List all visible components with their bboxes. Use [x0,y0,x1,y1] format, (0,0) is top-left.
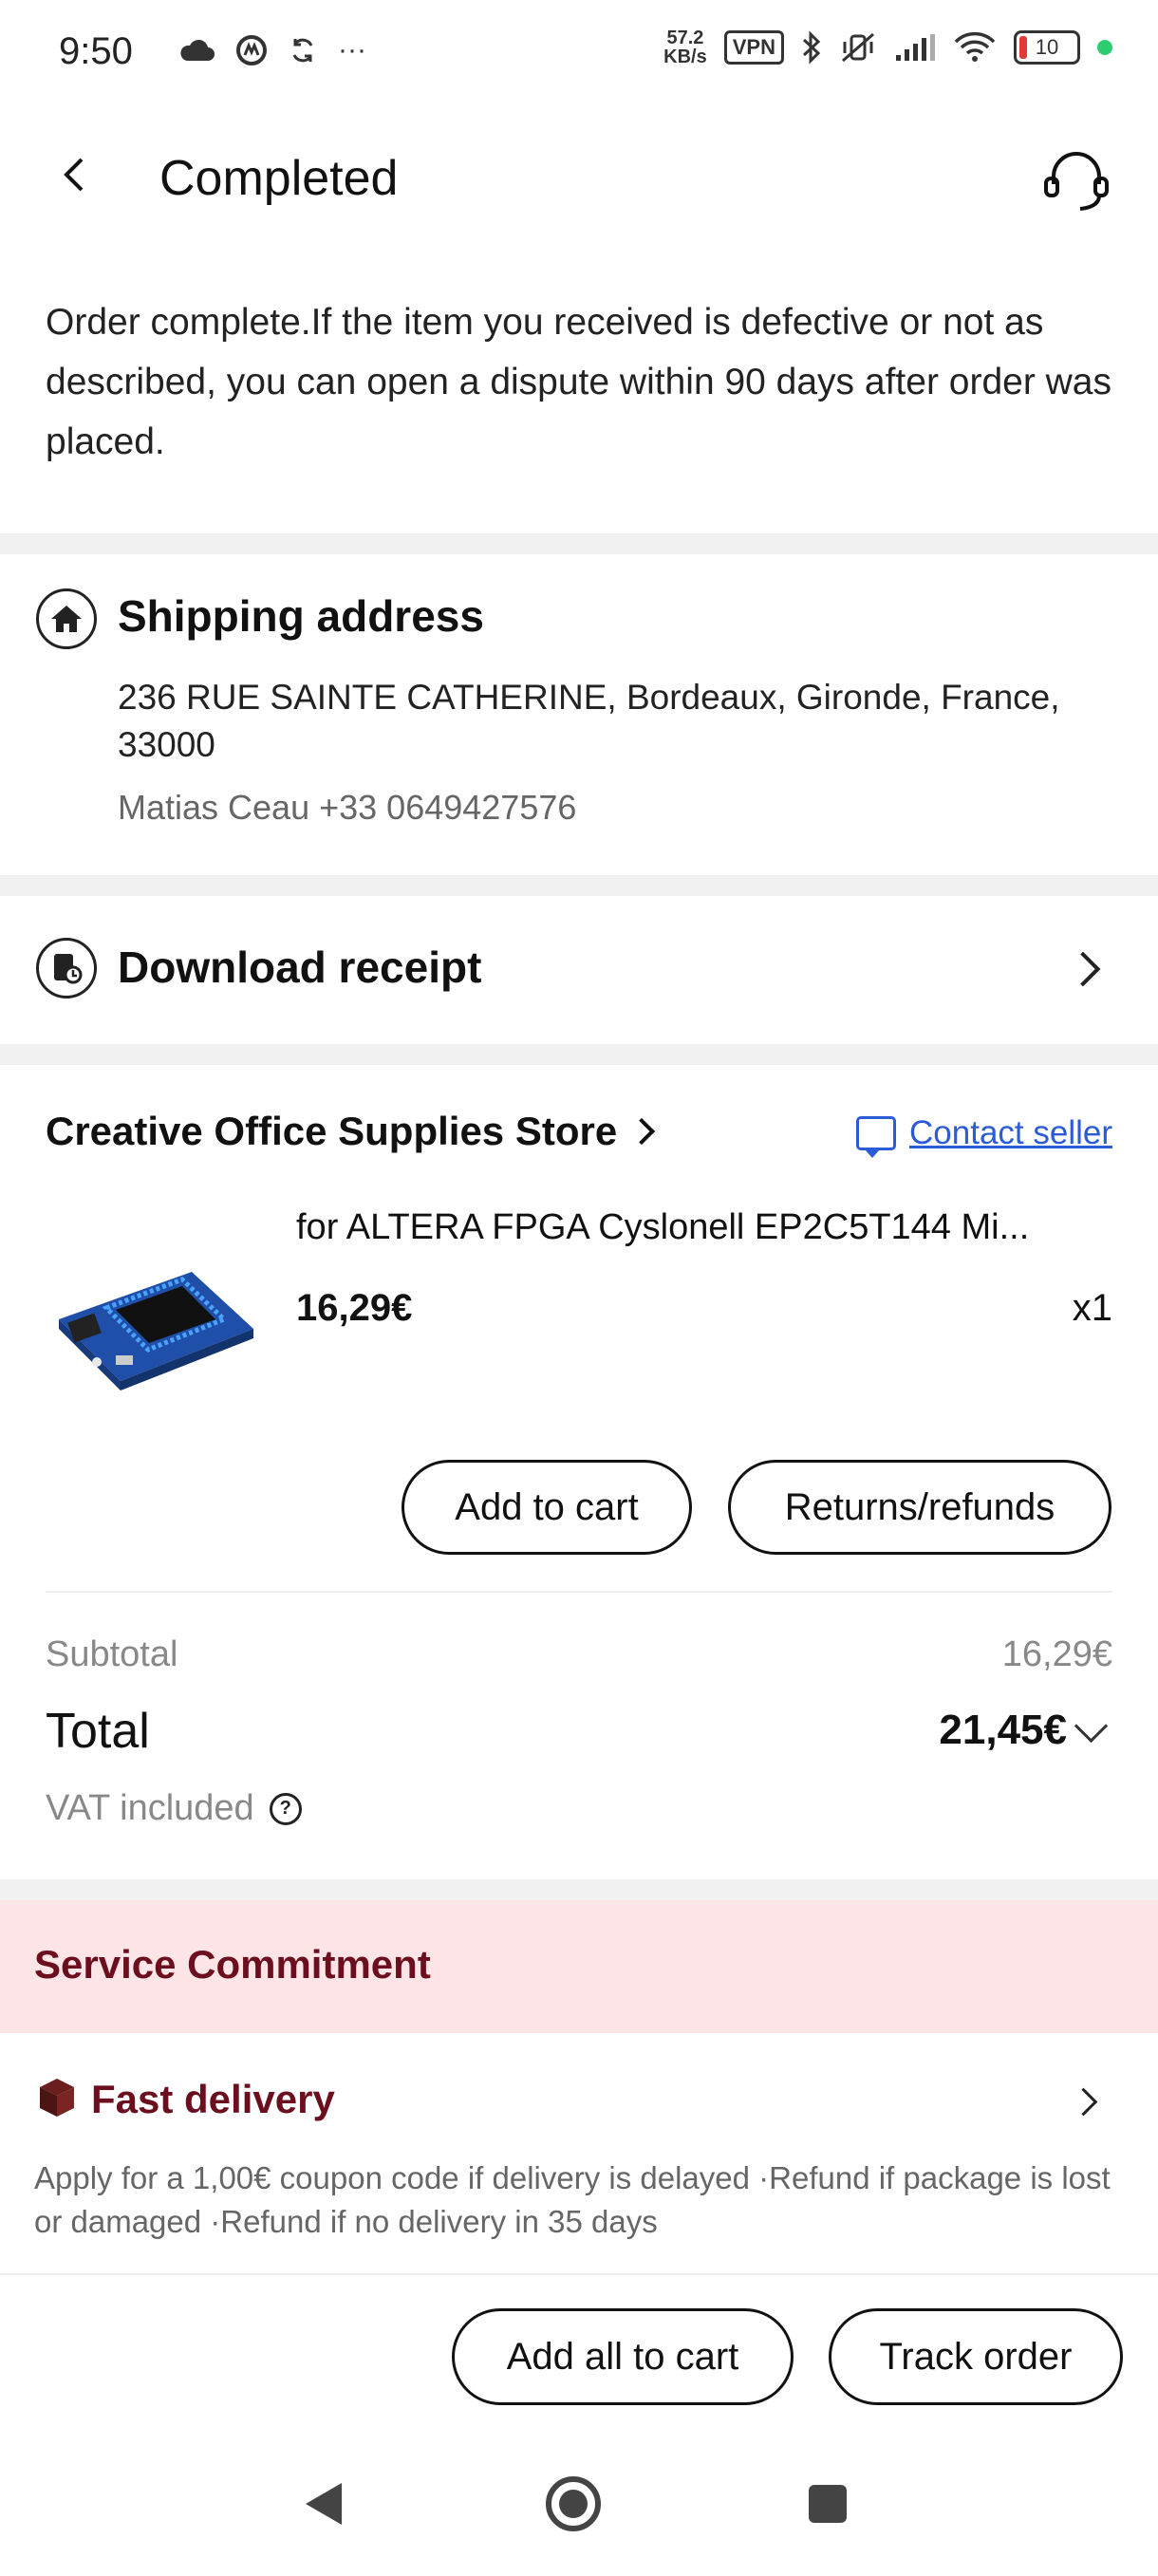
product-image[interactable] [49,1224,258,1395]
download-receipt-label: Download receipt [118,943,482,992]
product-price: 16,29€ [296,1287,413,1329]
vpn-badge: VPN [723,30,784,65]
shipping-contact: Matias Ceau +33 0649427576 [118,788,577,827]
cloud-icon [180,39,215,61]
total-label: Total [46,1704,150,1759]
section-divider [0,533,1158,554]
fast-delivery-description: Apply for a 1,00€ coupon code if deliver… [34,2160,1111,2239]
add-all-to-cart-button[interactable]: Add all to cart [452,2308,794,2405]
contact-seller-link[interactable]: Contact seller [856,1114,1112,1158]
home-icon [36,588,97,649]
page-title: Completed [159,151,399,206]
help-icon[interactable]: ? [269,1792,302,1825]
chevron-right-icon [627,1117,656,1146]
fast-delivery-title: Fast delivery [91,2077,335,2121]
vat-label: VAT included [46,1788,254,1828]
customer-support-icon[interactable] [1038,144,1114,220]
page-header: Completed [0,123,1158,237]
battery-indicator: 10 [1014,30,1080,65]
chevron-right-icon [1069,2087,1098,2117]
section-divider [0,875,1158,896]
wifi-icon [954,31,996,62]
track-order-button[interactable]: Track order [829,2308,1123,2405]
product-quantity: x1 [1072,1287,1112,1329]
back-arrow-icon[interactable] [57,156,95,194]
status-left-icons: ··· [178,34,366,66]
chevron-right-icon [1065,951,1101,987]
shipping-address-text: 236 RUE SAINTE CATHERINE, Bordeaux, Giro… [118,678,1060,764]
status-bar: 9:50 ··· 57.2 KB/s VPN 10 [0,0,1158,104]
privacy-dot [1097,40,1112,55]
vibrate-mute-icon [842,32,874,63]
status-time: 9:50 [59,30,133,72]
signal-icon [896,34,935,61]
order-complete-notice: Order complete.If the item you received … [46,302,1112,462]
nav-recents-icon[interactable] [807,2483,849,2525]
subtotal-label: Subtotal [46,1634,178,1674]
total-value[interactable]: 21,45€ [939,1707,1067,1754]
service-commitment-title: Service Commitment [34,1942,431,1987]
vat-row: VAT included ? [46,1788,302,1829]
sync-icon [292,38,313,63]
package-icon [40,2079,74,2117]
returns-refunds-button[interactable]: Returns/refunds [728,1460,1111,1555]
subtotal-value: 16,29€ [1001,1634,1112,1674]
receipt-icon [36,938,97,999]
system-nav-bar [0,2458,1158,2553]
divider-line [46,1591,1112,1593]
section-divider [0,1879,1158,1900]
download-receipt-row[interactable]: Download receipt [0,896,1158,1044]
network-speed: 57.2 KB/s [663,28,707,67]
product-title[interactable]: for ALTERA FPGA Cyslonell EP2C5T144 Mi..… [296,1207,1122,1248]
chevron-down-icon[interactable] [1074,1708,1109,1744]
add-to-cart-button[interactable]: Add to cart [402,1460,692,1555]
bluetooth-icon [802,30,821,65]
status-right-icons: 57.2 KB/s VPN 10 [663,28,1112,66]
section-divider [0,1044,1158,1065]
app-notification-icon [236,35,267,65]
nav-home-icon[interactable] [545,2475,602,2532]
chat-icon [856,1116,897,1158]
shipping-address-title: Shipping address [118,591,484,641]
store-name-link[interactable]: Creative Office Supplies Store [46,1109,656,1154]
more-notifications-icon: ··· [338,34,366,65]
nav-back-icon[interactable] [302,2479,346,2529]
